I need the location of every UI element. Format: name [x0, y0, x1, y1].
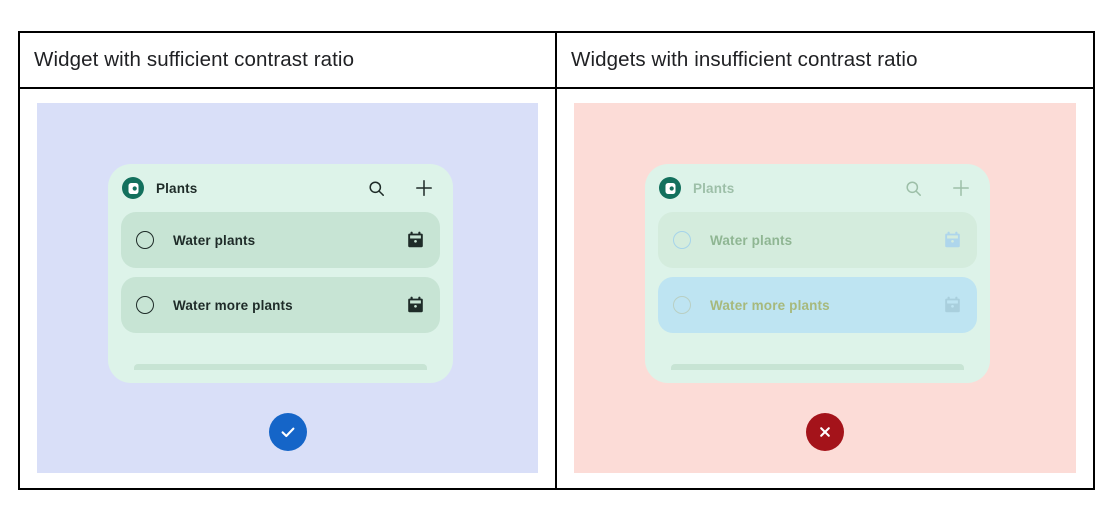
demo-panel-sufficient: Plants Water plants Water more plants: [37, 103, 538, 473]
status-badge-fail: [806, 413, 844, 451]
widget-title: Plants: [156, 180, 198, 196]
plus-icon[interactable]: [413, 177, 435, 199]
widget-title: Plants: [693, 180, 735, 196]
column-header-label-insufficient: Widgets with insufficient contrast ratio: [571, 48, 918, 71]
task-row-partial: [134, 364, 427, 370]
calendar-icon[interactable]: [406, 296, 424, 315]
task-label: Water more plants: [173, 297, 293, 313]
widget-header: Plants: [108, 164, 453, 212]
task-row[interactable]: Water plants: [658, 212, 977, 268]
task-row[interactable]: Water plants: [121, 212, 440, 268]
column-header-label-sufficient: Widget with sufficient contrast ratio: [34, 48, 355, 71]
task-row[interactable]: Water more plants: [658, 277, 977, 333]
tasks-app-icon: [659, 177, 681, 199]
tasks-widget-insufficient[interactable]: Plants Water plants Water more plants: [645, 164, 990, 383]
task-row[interactable]: Water more plants: [121, 277, 440, 333]
table-body-row: Plants Water plants Water more plants Pl…: [18, 87, 1095, 490]
body-cell-sufficient: Plants Water plants Water more plants: [18, 87, 557, 490]
search-icon[interactable]: [902, 177, 924, 199]
status-badge-pass: [268, 413, 307, 451]
tasks-widget-sufficient[interactable]: Plants Water plants Water more plants: [108, 164, 453, 383]
plus-icon[interactable]: [950, 177, 972, 199]
task-list: Water plants Water more plants: [645, 212, 990, 333]
calendar-icon[interactable]: [943, 296, 961, 315]
widget-header: Plants: [645, 164, 990, 212]
task-label: Water more plants: [710, 297, 830, 313]
unchecked-circle-icon[interactable]: [136, 231, 154, 249]
header-cell-sufficient: Widget with sufficient contrast ratio: [18, 31, 557, 89]
table-header-row: Widget with sufficient contrast ratio Wi…: [18, 31, 1095, 89]
close-icon: [820, 427, 830, 437]
comparison-table: Widget with sufficient contrast ratio Wi…: [18, 31, 1095, 490]
unchecked-circle-icon[interactable]: [673, 231, 691, 249]
unchecked-circle-icon[interactable]: [673, 296, 691, 314]
check-icon: [281, 427, 294, 438]
calendar-icon[interactable]: [406, 231, 424, 250]
search-icon[interactable]: [365, 177, 387, 199]
task-label: Water plants: [710, 232, 793, 248]
task-list: Water plants Water more plants: [108, 212, 453, 333]
task-row-partial: [671, 364, 964, 370]
unchecked-circle-icon[interactable]: [136, 296, 154, 314]
task-label: Water plants: [173, 232, 256, 248]
calendar-icon[interactable]: [943, 231, 961, 250]
body-cell-insufficient: Plants Water plants Water more plants: [555, 87, 1095, 490]
header-cell-insufficient: Widgets with insufficient contrast ratio: [555, 31, 1095, 89]
contrast-comparison-figure: Widget with sufficient contrast ratio Wi…: [0, 0, 1098, 513]
demo-panel-insufficient: Plants Water plants Water more plants: [574, 103, 1076, 473]
tasks-app-icon: [122, 177, 144, 199]
